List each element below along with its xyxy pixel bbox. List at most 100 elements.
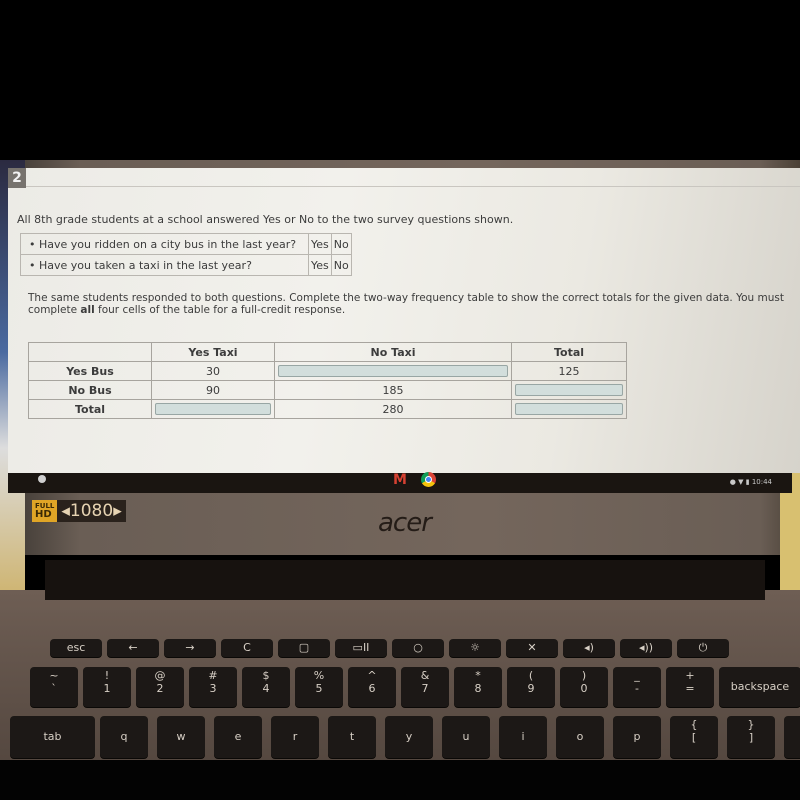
key-label: & [420, 669, 430, 682]
key-label: 3 [209, 682, 217, 695]
key-tab[interactable]: tab [10, 716, 95, 758]
key-y[interactable]: y [385, 716, 433, 758]
key-label: 8 [474, 682, 482, 695]
key-3[interactable]: C [221, 639, 273, 657]
key-[[interactable]: {[ [670, 716, 718, 758]
key-label: ^ [367, 669, 377, 682]
bullet: • [29, 258, 36, 272]
key-2[interactable]: → [164, 639, 216, 657]
key-label: ◂) [584, 641, 594, 654]
key-1[interactable]: ← [107, 639, 159, 657]
bullet: • [29, 237, 36, 251]
key-label: 9 [527, 682, 535, 695]
key-8[interactable]: * 8 [454, 667, 502, 707]
key-label: e [234, 730, 242, 743]
key-label: w [176, 730, 186, 743]
key-label: ▭II [352, 641, 370, 654]
key-label: ! [104, 669, 110, 682]
gmail-icon[interactable]: M [393, 472, 407, 488]
key-2[interactable]: @2 [136, 667, 184, 707]
key-10[interactable]: ◂)) [620, 639, 672, 657]
badge-hd: HD [35, 509, 52, 520]
key-1[interactable]: ! 1 [83, 667, 131, 707]
key-o[interactable]: o [556, 716, 604, 758]
screen: 2 All 8th grade students at a school ans… [8, 168, 800, 473]
no-option: No [330, 254, 352, 276]
key-label: ~ [49, 669, 59, 682]
key-q[interactable]: q [100, 716, 148, 758]
answer-input-total-yestaxi[interactable] [155, 403, 271, 415]
key-label: ✕ [527, 641, 537, 654]
key-label: 6 [368, 682, 376, 695]
key-4[interactable]: ▢ [278, 639, 330, 657]
key-3[interactable]: #3 [189, 667, 237, 707]
key-w[interactable]: w [157, 716, 205, 758]
wifi-icon: ▼ [738, 478, 744, 486]
key--[interactable]: _ - [613, 667, 661, 707]
key-label: p [633, 730, 641, 743]
answer-input-total-total[interactable] [515, 403, 623, 415]
key-6[interactable]: ○ [392, 639, 444, 657]
key-11[interactable]: ⏻ [677, 639, 729, 657]
cell-total-total [511, 399, 627, 419]
cell-nobus-notaxi: 185 [274, 380, 512, 400]
chrome-icon[interactable] [421, 472, 436, 487]
key-label: 2 [156, 682, 164, 695]
corner-cell [28, 342, 152, 362]
key-\[interactable]: |\ [784, 716, 800, 758]
key-label: i [521, 730, 525, 743]
key-label: 4 [262, 682, 270, 695]
bottom-border [0, 760, 800, 800]
key-label: ○ [413, 641, 423, 654]
key-label: $ [262, 669, 270, 682]
key-`[interactable]: ~ ` [30, 667, 78, 707]
key-label: _ [634, 669, 640, 682]
key-label: C [243, 641, 251, 654]
key-i[interactable]: i [499, 716, 547, 758]
key-label: [ [691, 731, 697, 744]
key-label: * [475, 669, 481, 682]
key-=[interactable]: + = [666, 667, 714, 707]
key-9[interactable]: (9 [507, 667, 555, 707]
cell-nobus-total [511, 380, 627, 400]
key-7[interactable]: & 7 [401, 667, 449, 707]
key-u[interactable]: u [442, 716, 490, 758]
key-p[interactable]: p [613, 716, 661, 758]
key-label: 1 [103, 682, 111, 695]
survey-table: • Have you ridden on a city bus in the l… [20, 233, 352, 276]
key-5[interactable]: ▭II [335, 639, 387, 657]
answer-input-yesbus-notaxi[interactable] [278, 365, 508, 377]
cell-yesbus-notaxi [274, 361, 512, 381]
system-tray[interactable]: ● ▼ ▮ 10:44 [730, 478, 772, 486]
instructions-emphasis: all [80, 304, 95, 316]
key-7[interactable]: ☼ [449, 639, 501, 657]
survey-question: • Have you taken a taxi in the last year… [20, 254, 309, 276]
key-r[interactable]: r [271, 716, 319, 758]
key-label: } [747, 718, 755, 731]
key-0[interactable]: ) 0 [560, 667, 608, 707]
key-backspace[interactable]: backspace [719, 667, 800, 707]
row-header-no-bus: No Bus [28, 380, 152, 400]
divider [26, 186, 800, 187]
launcher-button[interactable] [38, 475, 46, 483]
cell-yesbus-total: 125 [511, 361, 627, 381]
key-0[interactable]: esc [50, 639, 102, 657]
key-6[interactable]: ^ 6 [348, 667, 396, 707]
badge-resolution: ◂1080▸ [57, 500, 126, 522]
row-header-yes-bus: Yes Bus [28, 361, 152, 381]
acer-logo: acer [378, 508, 432, 538]
key-8[interactable]: ✕ [506, 639, 558, 657]
key-4[interactable]: $4 [242, 667, 290, 707]
table-row: Yes Bus 30 125 [28, 361, 627, 381]
cell-nobus-yestaxi: 90 [151, 380, 275, 400]
key-label: | [784, 716, 800, 731]
key-label: ⏻ [698, 641, 708, 654]
key-label: % [313, 669, 325, 682]
key-5[interactable]: % 5 [295, 667, 343, 707]
key-][interactable]: }] [727, 716, 775, 758]
answer-input-nobus-total[interactable] [515, 384, 623, 396]
key-e[interactable]: e [214, 716, 262, 758]
key-9[interactable]: ◂) [563, 639, 615, 657]
key-t[interactable]: t [328, 716, 376, 758]
key-label: \ [784, 731, 800, 745]
